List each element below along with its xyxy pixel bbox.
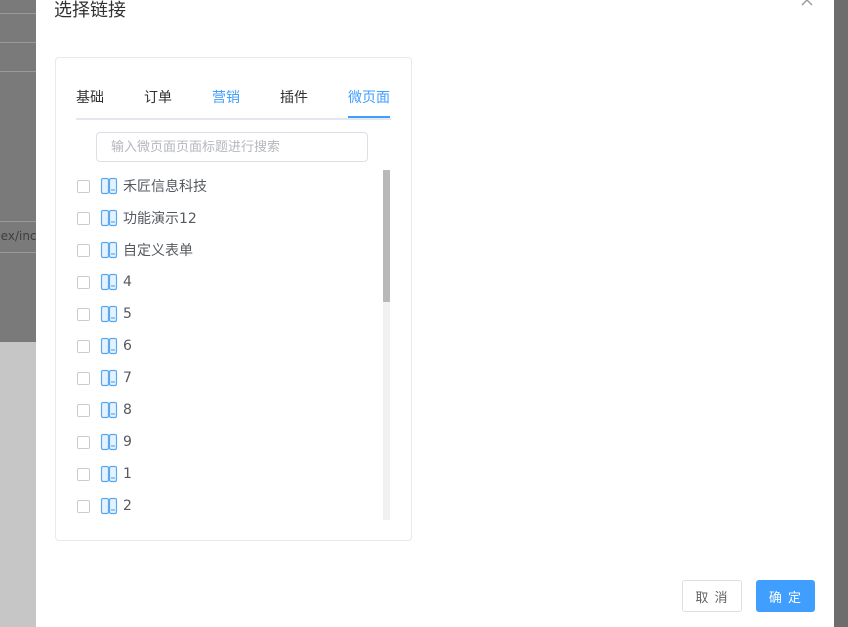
tab-basic[interactable]: 基础: [76, 88, 104, 116]
list-item[interactable]: 2: [76, 490, 381, 520]
item-checkbox[interactable]: [77, 339, 90, 353]
item-checkbox[interactable]: [77, 403, 90, 417]
list-item-label: 9: [123, 434, 132, 450]
page-icon: [100, 369, 118, 387]
list-item[interactable]: 1: [76, 458, 381, 490]
background-divider: [0, 71, 36, 72]
list-scrollbar[interactable]: [383, 170, 390, 520]
background-divider: [0, 221, 36, 222]
link-picker-dialog: 选择链接 基础 订单 营销 插件 微页面 禾匠信息科技功能演示12 自定义表单 4 5…: [36, 0, 834, 627]
tab-plugin[interactable]: 插件: [280, 88, 308, 116]
list-item-label: 4: [123, 274, 132, 290]
background-url-snippet: ilex/inc: [0, 229, 36, 243]
page-icon: [100, 305, 118, 323]
link-panel: 基础 订单 营销 插件 微页面 禾匠信息科技功能演示12 自定义表单 4 5 6 7 8 9 1…: [55, 57, 412, 541]
close-icon[interactable]: [798, 0, 816, 9]
list-item[interactable]: 7: [76, 362, 381, 394]
page-icon: [100, 337, 118, 355]
list-item-label: 5: [123, 306, 132, 322]
item-checkbox[interactable]: [77, 179, 90, 193]
cancel-button[interactable]: 取 消: [682, 580, 742, 612]
scrollbar-thumb[interactable]: [383, 170, 390, 302]
item-checkbox[interactable]: [77, 243, 90, 257]
page-icon: [100, 433, 118, 451]
tab-order[interactable]: 订单: [144, 88, 172, 116]
background-divider: [0, 252, 36, 253]
page-icon: [100, 177, 118, 195]
list-item-label: 自定义表单: [123, 243, 193, 259]
list-item[interactable]: 6: [76, 330, 381, 362]
list-item-label: 功能演示12: [123, 211, 197, 227]
list-item-label: 8: [123, 402, 132, 418]
page-icon: [100, 401, 118, 419]
search-input[interactable]: [96, 132, 368, 162]
micro-page-list: 禾匠信息科技 功能演示12 自定义表单 4 5 6 7 8 9 1 2: [76, 170, 381, 520]
list-item-label: 2: [123, 498, 132, 514]
item-checkbox[interactable]: [77, 467, 90, 481]
item-checkbox[interactable]: [77, 307, 90, 321]
item-checkbox[interactable]: [77, 435, 90, 449]
list-item[interactable]: 9: [76, 426, 381, 458]
tab-micro-page[interactable]: 微页面: [348, 88, 390, 118]
background-block: [0, 0, 36, 342]
list-item-label: 1: [123, 466, 132, 482]
list-item[interactable]: 4: [76, 266, 381, 298]
list-item-label: 禾匠信息科技: [123, 179, 207, 195]
dialog-title: 选择链接: [54, 0, 126, 21]
page-icon: [100, 209, 118, 227]
list-item[interactable]: 禾匠信息科技: [76, 170, 381, 202]
confirm-button[interactable]: 确 定: [756, 580, 815, 612]
background-divider: [0, 42, 36, 43]
background-divider: [0, 13, 36, 14]
item-checkbox[interactable]: [77, 499, 90, 513]
list-item[interactable]: 5: [76, 298, 381, 330]
list-item-label: 6: [123, 338, 132, 354]
list-item[interactable]: 8: [76, 394, 381, 426]
link-type-tabs: 基础 订单 营销 插件 微页面: [76, 88, 391, 120]
background-page: ilex/inc: [0, 0, 36, 627]
modal-overlay: [834, 0, 848, 627]
tab-marketing[interactable]: 营销: [212, 88, 240, 116]
item-checkbox[interactable]: [77, 275, 90, 289]
page-icon: [100, 273, 118, 291]
page-icon: [100, 241, 118, 259]
item-checkbox[interactable]: [77, 371, 90, 385]
item-checkbox[interactable]: [77, 211, 90, 225]
list-item[interactable]: 自定义表单: [76, 234, 381, 266]
page-icon: [100, 497, 118, 515]
page-icon: [100, 465, 118, 483]
list-item[interactable]: 功能演示12: [76, 202, 381, 234]
list-item-label: 7: [123, 370, 132, 386]
